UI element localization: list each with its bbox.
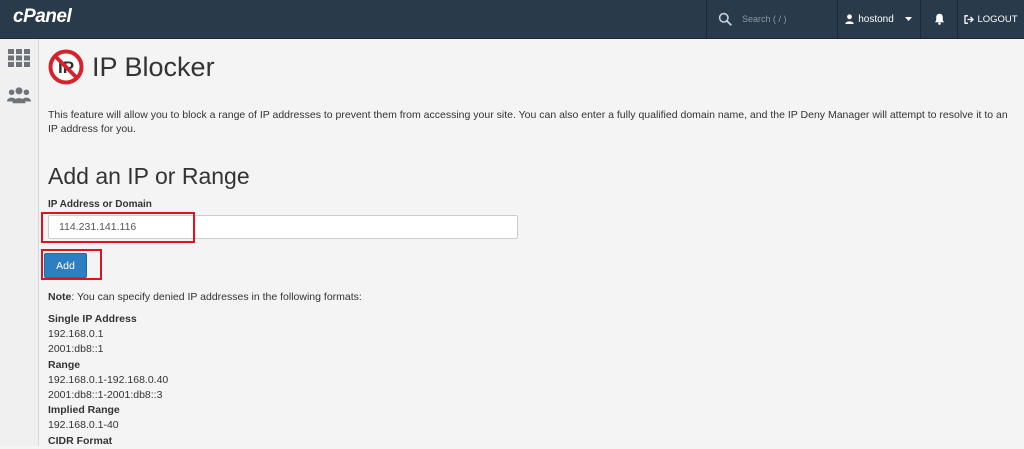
grid-icon [8,49,30,67]
format-example: 2001:db8::1 [48,343,104,356]
section-title: Add an IP or Range [48,163,250,189]
format-example: 2001:db8::1-2001:db8::3 [48,389,163,402]
sidebar [0,39,39,446]
bell-icon [934,13,944,25]
users-icon [7,87,31,104]
format-example: 192.168.0.1-192.168.0.40 [48,373,169,386]
note-text: : You can specify denied IP addresses in… [71,291,362,303]
format-heading: Single IP Address [48,313,137,325]
format-example: 192.168.0.1-40 [48,419,119,432]
logout-icon [964,14,975,24]
user-menu[interactable]: hostond [838,0,920,38]
caret-down-icon [904,17,912,21]
notifications-button[interactable] [921,0,957,38]
add-button[interactable]: Add [44,253,87,278]
formats-note: Note: You can specify denied IP addresse… [48,291,362,303]
format-heading: Implied Range [48,404,120,417]
cpanel-logo[interactable]: cPanel [13,6,72,28]
search-box[interactable] [706,0,836,38]
logout-label: LOGOUT [977,13,1018,25]
ip-field-label: IP Address or Domain [48,199,152,210]
username: hostond [858,13,894,25]
note-label: Note [48,291,72,303]
user-icon [845,14,854,24]
top-navbar: cPanel hostond LOGOUT [0,0,1024,39]
sidebar-item-users[interactable] [7,84,31,106]
ip-address-input[interactable] [48,215,518,239]
format-example: 192.168.0.1 [48,328,104,341]
ip-blocker-icon: IP [48,49,84,85]
format-heading: Range [48,358,81,371]
search-icon [718,12,732,26]
sidebar-item-home[interactable] [7,47,31,69]
page-title: IP Blocker [92,51,215,82]
page-header: IP IP Blocker [48,49,215,85]
logout-button[interactable]: LOGOUT [958,0,1024,38]
search-input[interactable] [740,13,834,25]
formats-list: Single IP Address 192.168.0.1 2001:db8::… [48,312,168,449]
format-heading: CIDR Format [48,434,113,447]
page-description: This feature will allow you to block a r… [48,109,1008,135]
